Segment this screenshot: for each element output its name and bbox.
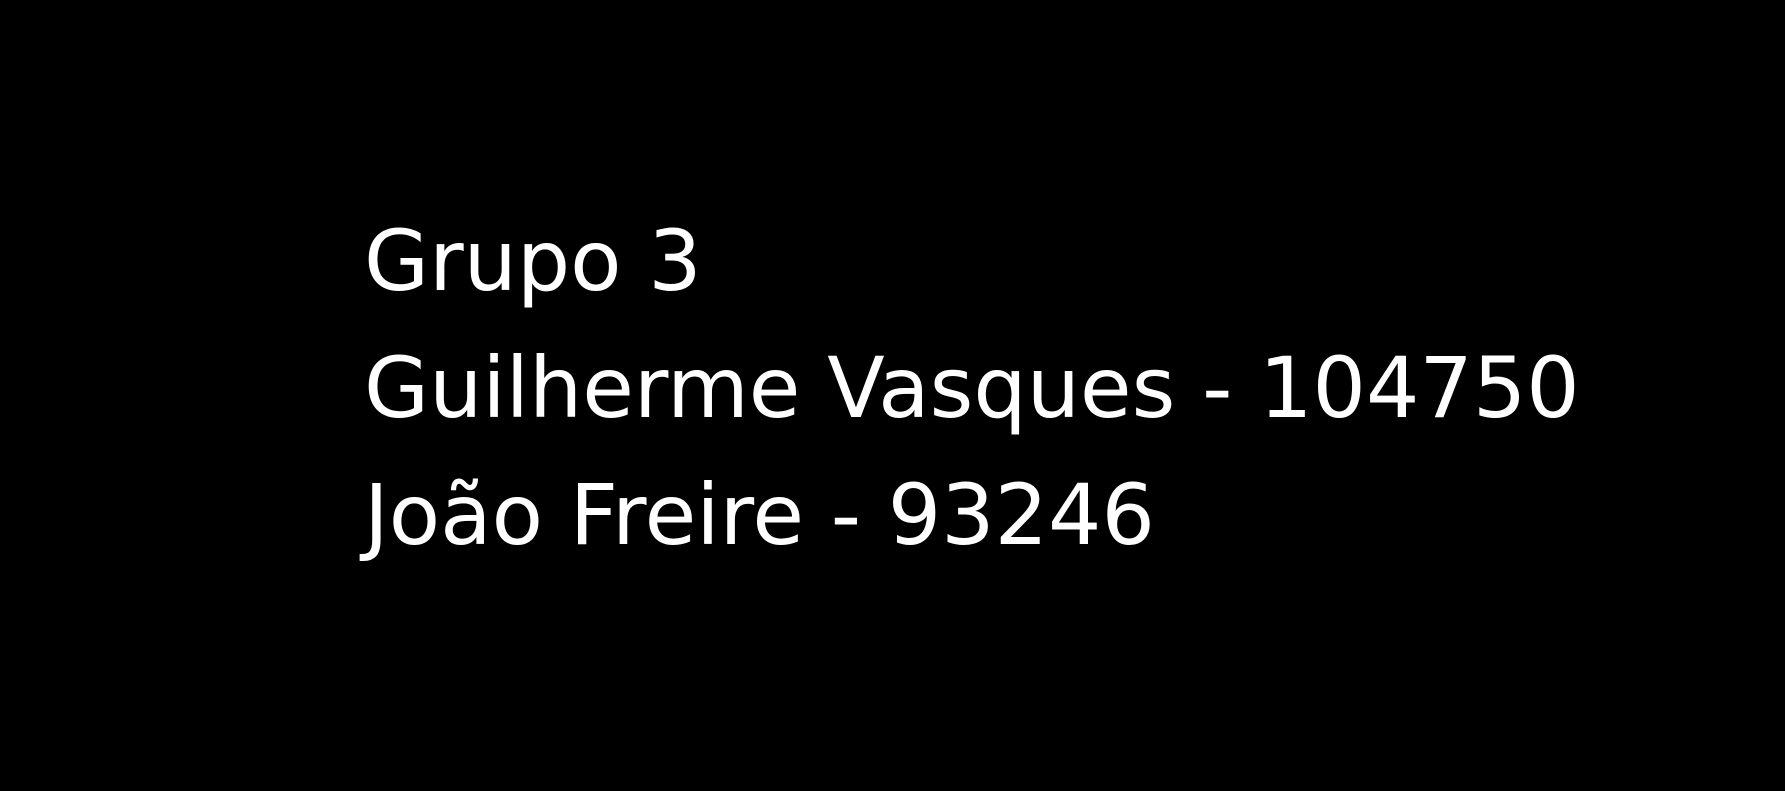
member-line-2: João Freire - 93246 xyxy=(364,466,1155,564)
member-line-1: Guilherme Vasques - 104750 xyxy=(364,339,1580,437)
group-info-text: Grupo 3 Guilherme Vasques - 104750 João … xyxy=(364,198,1580,579)
group-title: Grupo 3 xyxy=(364,212,702,310)
slide-canvas: Grupo 3 Guilherme Vasques - 104750 João … xyxy=(0,0,1785,791)
